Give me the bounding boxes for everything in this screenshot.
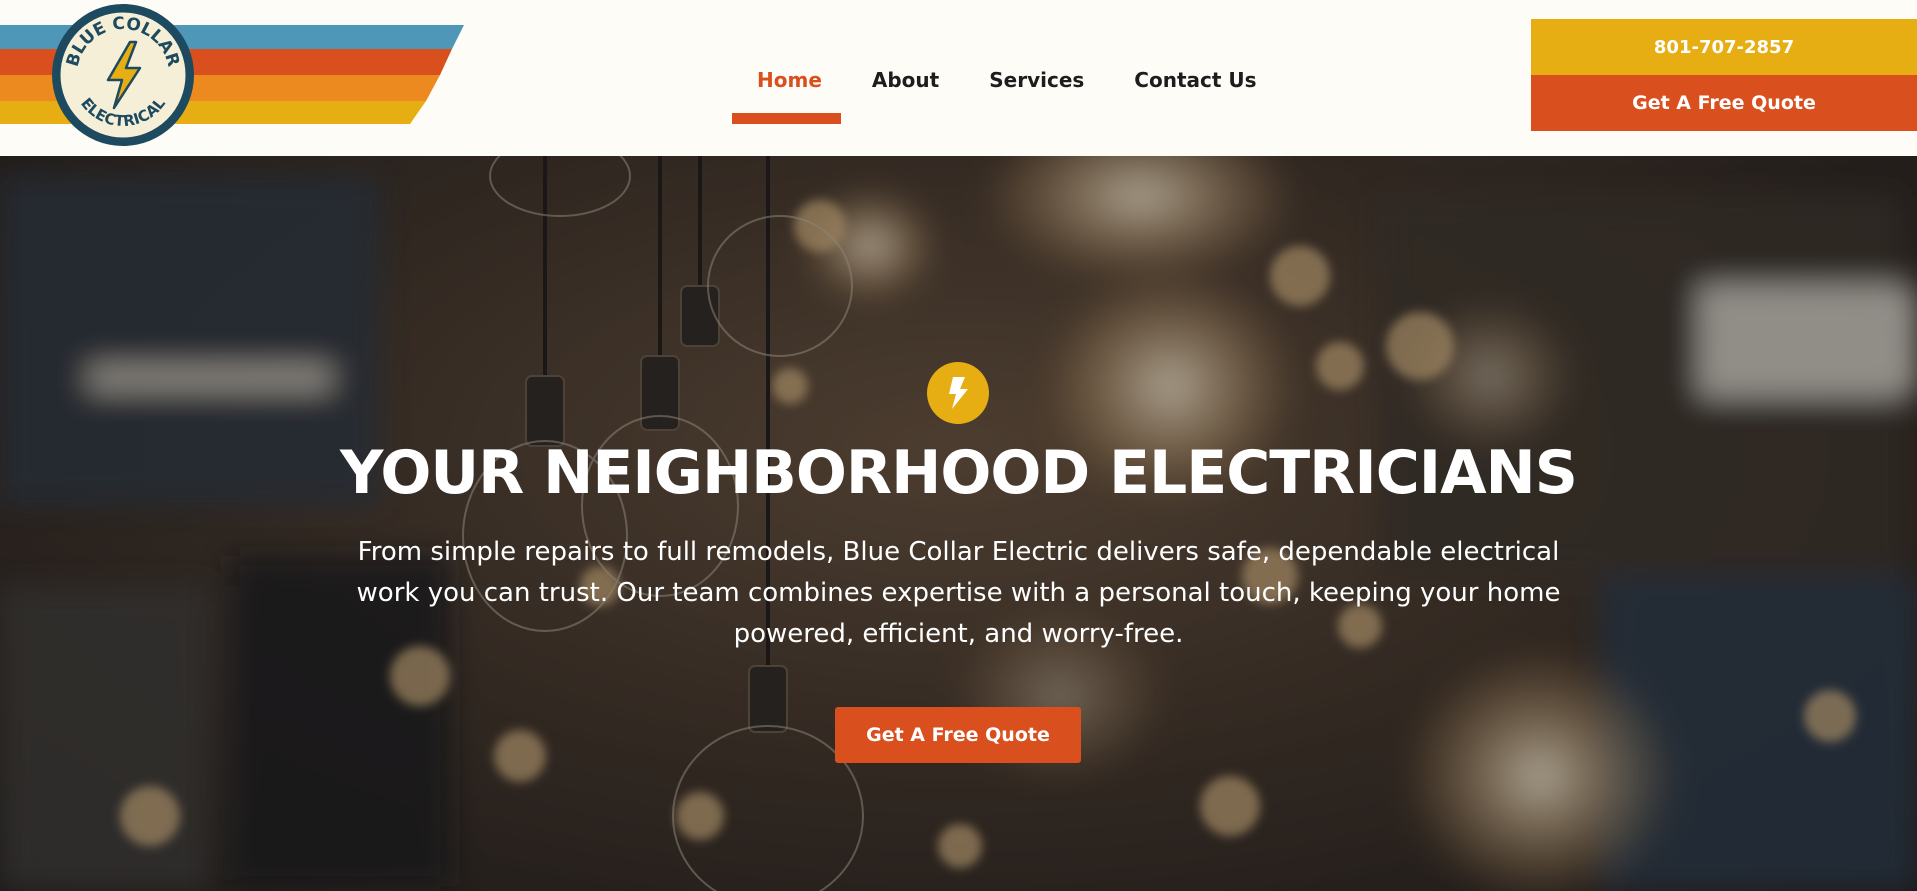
- hero-overlay: [0, 156, 1917, 891]
- hero-description: From simple repairs to full remodels, Bl…: [290, 532, 1627, 655]
- nav-active-indicator: [732, 113, 841, 124]
- nav-about[interactable]: About: [872, 68, 939, 92]
- nav-services[interactable]: Services: [989, 68, 1084, 92]
- company-logo[interactable]: BLUE COLLAR ELECTRICAL: [50, 2, 196, 148]
- hero-bolt-badge: [927, 362, 989, 424]
- hero-quote-button[interactable]: Get A Free Quote: [835, 707, 1081, 763]
- nav-contact-us[interactable]: Contact Us: [1134, 68, 1256, 92]
- hero-description-line-2: work you can trust. Our team combines ex…: [356, 578, 1561, 608]
- hero-description-line-3: powered, efficient, and worry-free.: [733, 619, 1184, 649]
- main-nav: Home About Services Contact Us: [732, 60, 1257, 100]
- site-header: BLUE COLLAR ELECTRICAL Home About Servic…: [0, 0, 1917, 156]
- phone-button[interactable]: 801-707-2857: [1531, 19, 1917, 75]
- hero-title: YOUR NEIGHBORHOOD ELECTRICIANS: [340, 438, 1578, 508]
- lightning-bolt-icon: [949, 377, 968, 409]
- nav-home[interactable]: Home: [757, 68, 822, 92]
- header-quote-button[interactable]: Get A Free Quote: [1531, 75, 1917, 131]
- header-cta: 801-707-2857 Get A Free Quote: [1531, 19, 1917, 131]
- hero-description-line-1: From simple repairs to full remodels, Bl…: [357, 537, 1560, 567]
- hero-section: YOUR NEIGHBORHOOD ELECTRICIANS From simp…: [0, 156, 1917, 891]
